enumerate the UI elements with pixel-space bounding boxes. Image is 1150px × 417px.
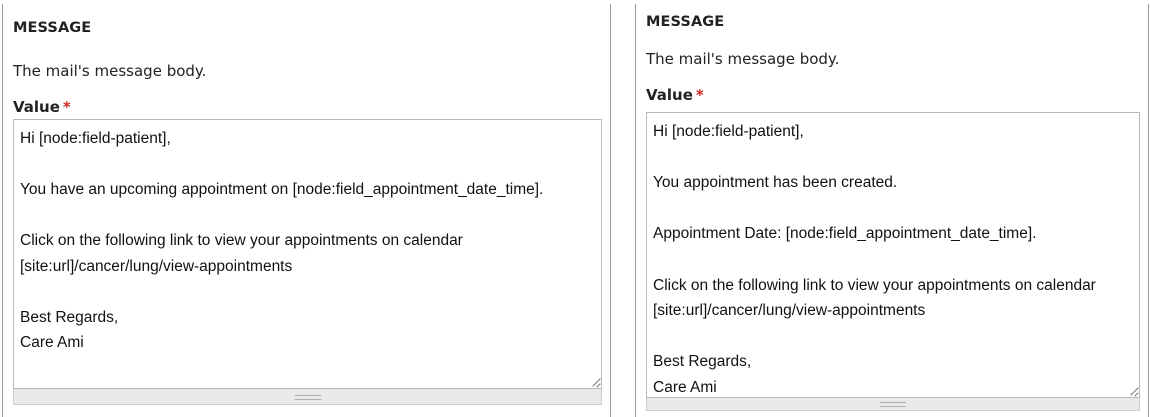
field-description: The mail's message body. [13,62,207,80]
field-heading: MESSAGE [646,14,725,30]
field-heading: MESSAGE [13,20,92,36]
value-label-text: Value [13,98,60,116]
textarea-resize-bar[interactable] [13,389,602,405]
required-marker: * [695,86,704,104]
value-label-text: Value [646,86,693,104]
grip-lines-icon [294,394,321,400]
message-field-panel-right: MESSAGE The mail's message body. Value * … [635,4,1149,417]
value-label: Value * [646,86,704,104]
value-label: Value * [13,98,71,116]
message-body-textarea[interactable]: Hi [node:field-patient], You appointment… [646,112,1140,398]
grip-lines-icon [880,402,906,407]
message-body-textarea[interactable]: Hi [node:field-patient], You have an upc… [13,119,602,389]
required-marker: * [62,98,71,116]
field-description: The mail's message body. [646,50,840,68]
resize-corner-icon[interactable] [590,377,600,387]
textarea-resize-bar[interactable] [646,398,1140,411]
message-field-panel-left: MESSAGE The mail's message body. Value * … [2,4,611,417]
resize-corner-icon[interactable] [1128,386,1138,396]
